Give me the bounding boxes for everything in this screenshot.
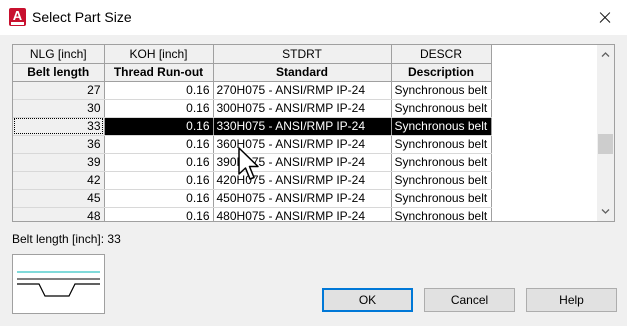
cell-belt-length[interactable]: 36	[13, 135, 105, 154]
cell-thread-runout[interactable]: 0.16	[104, 81, 214, 100]
cell-standard[interactable]: 270H075 - ANSI/RMP IP-24	[213, 81, 392, 100]
table-row[interactable]: 27 0.16 270H075 - ANSI/RMP IP-24 Synchro…	[13, 81, 492, 100]
cell-description[interactable]: Synchronous belt	[391, 171, 492, 190]
column-header-code[interactable]: KOH [inch]	[104, 45, 214, 64]
cell-belt-length[interactable]: 45	[13, 189, 105, 208]
table-row[interactable]: 30 0.16 300H075 - ANSI/RMP IP-24 Synchro…	[13, 99, 492, 118]
close-icon[interactable]	[581, 0, 627, 35]
column-header-code[interactable]: STDRT	[213, 45, 392, 64]
table-row[interactable]: 45 0.16 450H075 - ANSI/RMP IP-24 Synchro…	[13, 189, 492, 208]
column-header-thread-runout[interactable]: Thread Run-out	[104, 63, 214, 82]
cell-description[interactable]: Synchronous belt	[391, 135, 492, 154]
autocad-app-icon: A	[9, 8, 26, 26]
cell-thread-runout[interactable]: 0.16	[104, 153, 214, 172]
column-header-code[interactable]: DESCR	[391, 45, 492, 64]
cell-belt-length[interactable]: 39	[13, 153, 105, 172]
cell-standard[interactable]: 330H075 - ANSI/RMP IP-24	[213, 117, 392, 136]
cell-description[interactable]: Synchronous belt	[391, 207, 492, 221]
column-header-belt-length[interactable]: Belt length	[13, 63, 105, 82]
help-button[interactable]: Help	[526, 288, 617, 312]
part-size-grid[interactable]: NLG [inch] KOH [inch] STDRT DESCR Belt l…	[12, 44, 615, 222]
cell-description[interactable]: Synchronous belt	[391, 153, 492, 172]
column-header-standard[interactable]: Standard	[213, 63, 392, 82]
part-preview-image	[12, 254, 105, 314]
cell-belt-length[interactable]: 30	[13, 99, 105, 118]
header-row-codes: NLG [inch] KOH [inch] STDRT DESCR	[13, 45, 492, 64]
cell-description[interactable]: Synchronous belt	[391, 99, 492, 118]
cell-belt-length[interactable]: 33	[13, 117, 105, 136]
cell-thread-runout[interactable]: 0.16	[104, 207, 214, 221]
chevron-down-icon[interactable]	[600, 206, 611, 217]
title-bar: A Select Part Size	[0, 0, 627, 35]
column-header-code[interactable]: NLG [inch]	[13, 45, 105, 64]
cell-thread-runout[interactable]: 0.16	[104, 135, 214, 154]
window-title: Select Part Size	[32, 9, 132, 25]
cell-thread-runout[interactable]: 0.16	[104, 189, 214, 208]
cell-thread-runout[interactable]: 0.16	[104, 117, 214, 136]
table-row[interactable]: 48 0.16 480H075 - ANSI/RMP IP-24 Synchro…	[13, 207, 492, 221]
cell-description[interactable]: Synchronous belt	[391, 117, 492, 136]
chevron-up-icon[interactable]	[600, 49, 611, 60]
scrollbar-thumb[interactable]	[598, 134, 613, 154]
cell-belt-length[interactable]: 42	[13, 171, 105, 190]
cell-thread-runout[interactable]: 0.16	[104, 171, 214, 190]
cell-belt-length[interactable]: 27	[13, 81, 105, 100]
ok-button[interactable]: OK	[322, 288, 413, 312]
cell-standard[interactable]: 450H075 - ANSI/RMP IP-24	[213, 189, 392, 208]
cell-standard[interactable]: 480H075 - ANSI/RMP IP-24	[213, 207, 392, 221]
cell-description[interactable]: Synchronous belt	[391, 189, 492, 208]
selection-info-label: Belt length [inch]: 33	[12, 232, 121, 246]
cancel-button[interactable]: Cancel	[424, 288, 515, 312]
column-header-description[interactable]: Description	[391, 63, 492, 82]
cell-description[interactable]: Synchronous belt	[391, 81, 492, 100]
part-size-table: NLG [inch] KOH [inch] STDRT DESCR Belt l…	[13, 45, 492, 221]
cell-standard[interactable]: 300H075 - ANSI/RMP IP-24	[213, 99, 392, 118]
cell-thread-runout[interactable]: 0.16	[104, 99, 214, 118]
cell-belt-length[interactable]: 48	[13, 207, 105, 221]
mouse-pointer-icon	[238, 147, 259, 180]
vertical-scrollbar[interactable]	[597, 45, 614, 221]
header-row-names: Belt length Thread Run-out Standard Desc…	[13, 63, 492, 82]
table-row-selected[interactable]: 33 0.16 330H075 - ANSI/RMP IP-24 Synchro…	[13, 117, 492, 136]
